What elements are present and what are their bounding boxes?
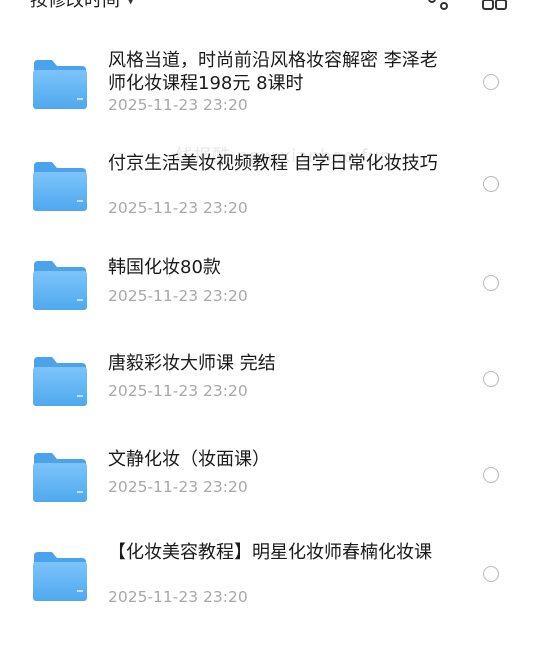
select-radio[interactable] [483,566,499,582]
grid-view-icon[interactable] [482,0,508,10]
file-date: 2025-11-23 23:20 [108,588,248,606]
file-date: 2025-11-23 23:20 [108,478,248,496]
file-date: 2025-11-23 23:20 [108,382,248,400]
file-title: 文静化妆（妆面课） [108,449,270,470]
folder-icon [33,453,87,502]
select-radio[interactable] [483,176,499,192]
sort-dropdown[interactable]: 按修改时间 ▼ [30,0,135,12]
folder-icon [33,162,87,211]
file-title: 付京生活美妆视频教程 自学日常化妆技巧 [108,153,438,174]
folder-icon [33,60,87,109]
chevron-down-icon: ▼ [126,0,135,6]
select-radio[interactable] [483,467,499,483]
folder-icon [33,357,87,406]
sort-label: 按修改时间 [30,0,120,11]
folder-icon [33,261,87,310]
select-radio[interactable] [483,74,499,90]
file-date: 2025-11-23 23:20 [108,199,248,217]
top-toolbar: 按修改时间 ▼ [0,0,540,14]
file-title: 唐毅彩妆大师课 完结 [108,353,276,374]
select-radio[interactable] [483,371,499,387]
file-title: 韩国化妆80款 [108,257,221,278]
file-title: 【化妆美容教程】明星化妆师春楠化妆课 [108,542,432,563]
select-radio[interactable] [483,275,499,291]
file-date: 2025-11-23 23:20 [108,287,248,305]
folder-icon [33,552,87,601]
file-title: 风格当道，时尚前沿风格妆容解密 李泽老师化妆课程198元 8课时 [108,50,438,94]
share-icon[interactable] [426,0,450,10]
file-date: 2025-11-23 23:20 [108,96,248,114]
